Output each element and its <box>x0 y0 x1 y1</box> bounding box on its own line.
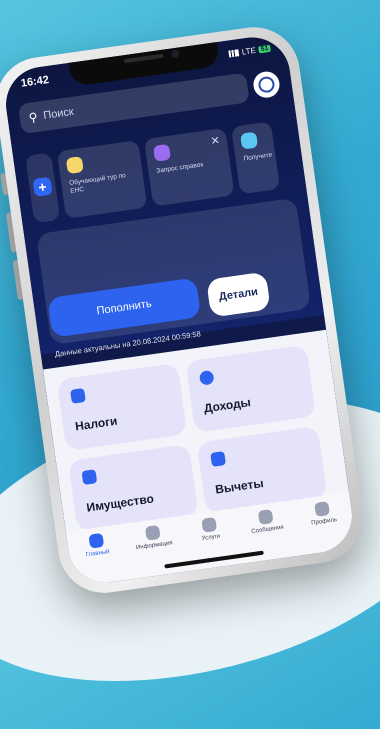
info-icon <box>144 524 161 541</box>
profile-avatar[interactable] <box>251 69 282 100</box>
network-label: LTE <box>241 45 257 57</box>
speaker <box>123 53 164 64</box>
story-card[interactable]: Получите <box>231 121 281 195</box>
emblem-icon <box>257 75 276 94</box>
story-text: Получите <box>243 151 273 163</box>
document-icon <box>210 451 227 467</box>
story-card[interactable]: Обучающий тур по ЕНС <box>56 140 148 219</box>
tab-label: Информация <box>135 540 173 552</box>
tab-info[interactable]: Информация <box>127 522 183 578</box>
phone-mockup: 16:42 LTE 51 ⚲ Поиск + Обучающий тур по … <box>0 21 369 599</box>
tile-label: Налоги <box>74 413 119 434</box>
cube-icon <box>240 131 259 150</box>
tab-label: Услуги <box>201 533 221 543</box>
user-icon <box>314 501 331 517</box>
status-time: 16:42 <box>20 73 50 90</box>
tab-label: Профиль <box>310 517 338 527</box>
story-card[interactable]: ✕ Запрос справок <box>143 127 235 207</box>
ruble-icon <box>198 369 215 386</box>
close-icon[interactable]: ✕ <box>210 134 221 148</box>
plus-icon: + <box>32 176 53 197</box>
grid-icon <box>201 516 218 533</box>
house-icon <box>81 469 98 486</box>
document-icon <box>70 387 86 404</box>
services-section: Налоги Доходы Имущество Вычеты Главный И… <box>42 329 357 588</box>
chat-icon <box>257 509 274 525</box>
battery-icon: 51 <box>258 44 271 54</box>
tab-profile[interactable]: Профиль <box>297 499 353 555</box>
status-indicators: LTE 51 <box>228 44 271 59</box>
document-icon <box>152 143 171 162</box>
tab-label: Главный <box>85 549 110 559</box>
signal-icon <box>228 49 240 58</box>
search-placeholder: Поиск <box>42 105 75 122</box>
tile-label: Вычеты <box>214 476 265 497</box>
front-camera <box>170 49 180 59</box>
story-text: Запрос справок <box>155 161 204 175</box>
tile-income[interactable]: Доходы <box>185 344 317 433</box>
lightbulb-icon <box>65 156 84 175</box>
search-input[interactable]: ⚲ Поиск <box>17 72 250 135</box>
header-area: 16:42 LTE 51 ⚲ Поиск + Обучающий тур по … <box>1 32 325 359</box>
tile-label: Имущество <box>85 491 155 515</box>
tile-taxes[interactable]: Налоги <box>56 362 188 452</box>
home-icon <box>88 532 104 549</box>
tile-label: Доходы <box>202 394 252 416</box>
story-text: Обучающий тур по ЕНС <box>68 172 127 195</box>
search-icon: ⚲ <box>27 109 39 125</box>
tab-label: Сообщения <box>251 524 285 536</box>
add-story-button[interactable]: + <box>25 152 61 224</box>
tab-home[interactable]: Главный <box>70 530 126 586</box>
